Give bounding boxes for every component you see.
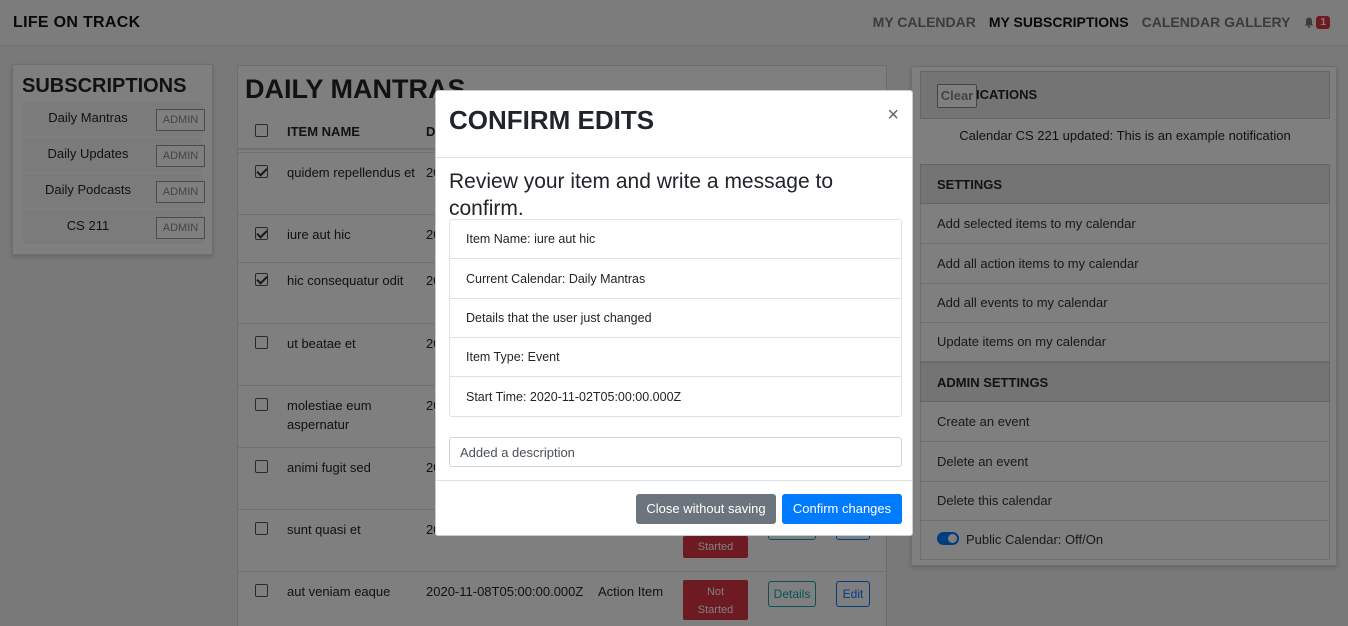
item-summary-list: Item Name: iure aut hic Current Calendar… (449, 219, 902, 417)
summary-current-calendar: Current Calendar: Daily Mantras (466, 272, 646, 286)
summary-item: Current Calendar: Daily Mantras (450, 260, 901, 299)
summary-item: Item Type: Event (450, 338, 901, 377)
summary-item: Details that the user just changed (450, 299, 901, 338)
confirm-edits-modal: CONFIRM EDITS × Review your item and wri… (435, 90, 913, 536)
modal-footer: Close without saving Confirm changes (436, 480, 912, 536)
modal-header: CONFIRM EDITS × (436, 91, 912, 158)
confirm-changes-button[interactable]: Confirm changes (782, 494, 902, 524)
close-icon[interactable]: × (887, 105, 899, 125)
description-input[interactable] (449, 437, 902, 467)
summary-item: Item Name: iure aut hic (450, 220, 901, 259)
summary-item-name: Item Name: iure aut hic (466, 232, 596, 246)
summary-start-time: Start Time: 2020-11-02T05:00:00.000Z (466, 390, 682, 404)
modal-title: CONFIRM EDITS (449, 105, 655, 135)
close-without-saving-button[interactable]: Close without saving (636, 494, 776, 524)
modal-instructions: Review your item and write a message to … (449, 170, 833, 220)
summary-item-type: Item Type: Event (466, 350, 560, 364)
summary-details-changed: Details that the user just changed (466, 311, 652, 325)
summary-item: Start Time: 2020-11-02T05:00:00.000Z (450, 378, 901, 417)
